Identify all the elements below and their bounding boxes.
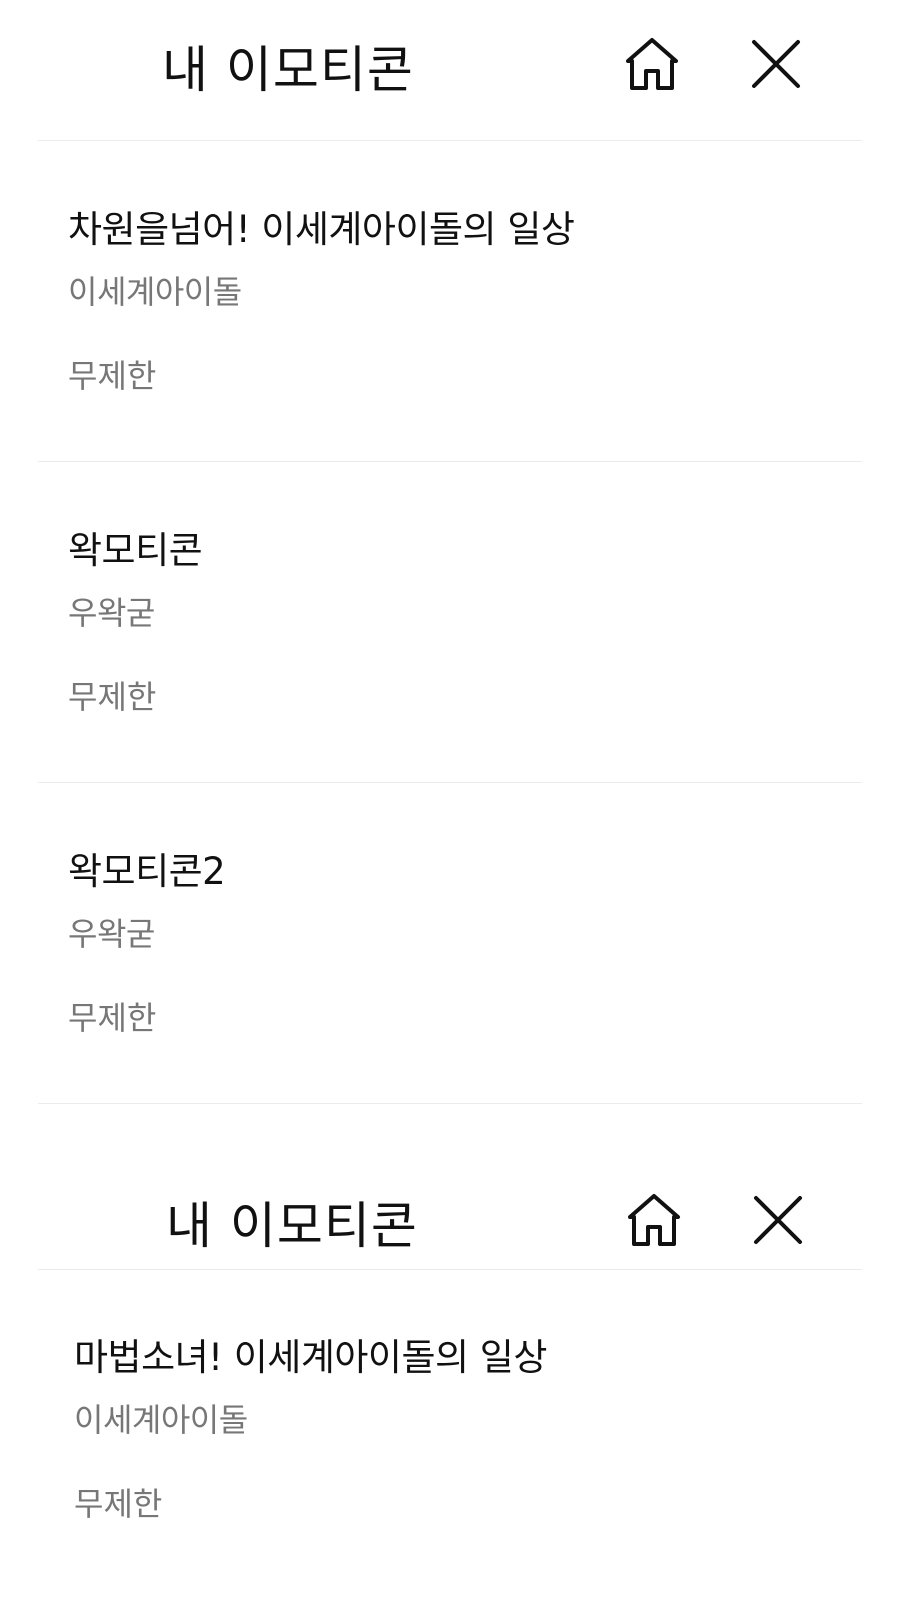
- list-item[interactable]: 마법소녀! 이세계아이돌의 일상 이세계아이돌 무제한: [74, 1336, 854, 1524]
- emoticon-title: 마법소녀! 이세계아이돌의 일상: [74, 1336, 547, 1379]
- divider: [38, 782, 862, 783]
- header: 내 이모티콘: [0, 0, 900, 142]
- page-title: 내 이모티콘: [166, 1197, 418, 1255]
- close-icon: [752, 40, 800, 88]
- emoticon-title: 차원을넘어! 이세계아이돌의 일상: [68, 208, 575, 251]
- divider: [38, 1269, 862, 1270]
- divider: [38, 461, 862, 462]
- close-button[interactable]: [746, 1188, 810, 1252]
- page-title: 내 이모티콘: [162, 41, 414, 99]
- home-icon: [626, 38, 678, 90]
- home-icon: [628, 1194, 680, 1246]
- home-button[interactable]: [620, 32, 684, 96]
- divider: [38, 1103, 862, 1104]
- emoticon-author: 이세계아이돌: [74, 1401, 248, 1439]
- list-item[interactable]: 왁모티콘 우왁굳 무제한: [68, 529, 848, 717]
- emoticon-period: 무제한: [68, 357, 157, 395]
- divider: [38, 140, 862, 141]
- emoticon-period: 무제한: [74, 1485, 163, 1523]
- emoticon-author: 이세계아이돌: [68, 273, 242, 311]
- header: 내 이모티콘: [0, 1130, 900, 1298]
- emoticon-title: 왁모티콘: [68, 529, 203, 572]
- list-item[interactable]: 왁모티콘2 우왁굳 무제한: [68, 850, 848, 1038]
- emoticon-period: 무제한: [68, 999, 157, 1037]
- emoticon-period: 무제한: [68, 678, 157, 716]
- close-icon: [754, 1196, 802, 1244]
- close-button[interactable]: [744, 32, 808, 96]
- emoticon-panel: 내 이모티콘 차원을넘어! 이세계아이돌의 일상 이세계아이돌 무제한 왁모티콘…: [0, 0, 900, 1130]
- list-item[interactable]: 차원을넘어! 이세계아이돌의 일상 이세계아이돌 무제한: [68, 208, 848, 396]
- emoticon-panel: 내 이모티콘 마법소녀! 이세계아이돌의 일상 이세계아이돌 무제한: [0, 1130, 900, 1604]
- emoticon-title: 왁모티콘2: [68, 850, 226, 893]
- emoticon-author: 우왁굳: [68, 915, 155, 953]
- home-button[interactable]: [622, 1188, 686, 1252]
- emoticon-author: 우왁굳: [68, 594, 155, 632]
